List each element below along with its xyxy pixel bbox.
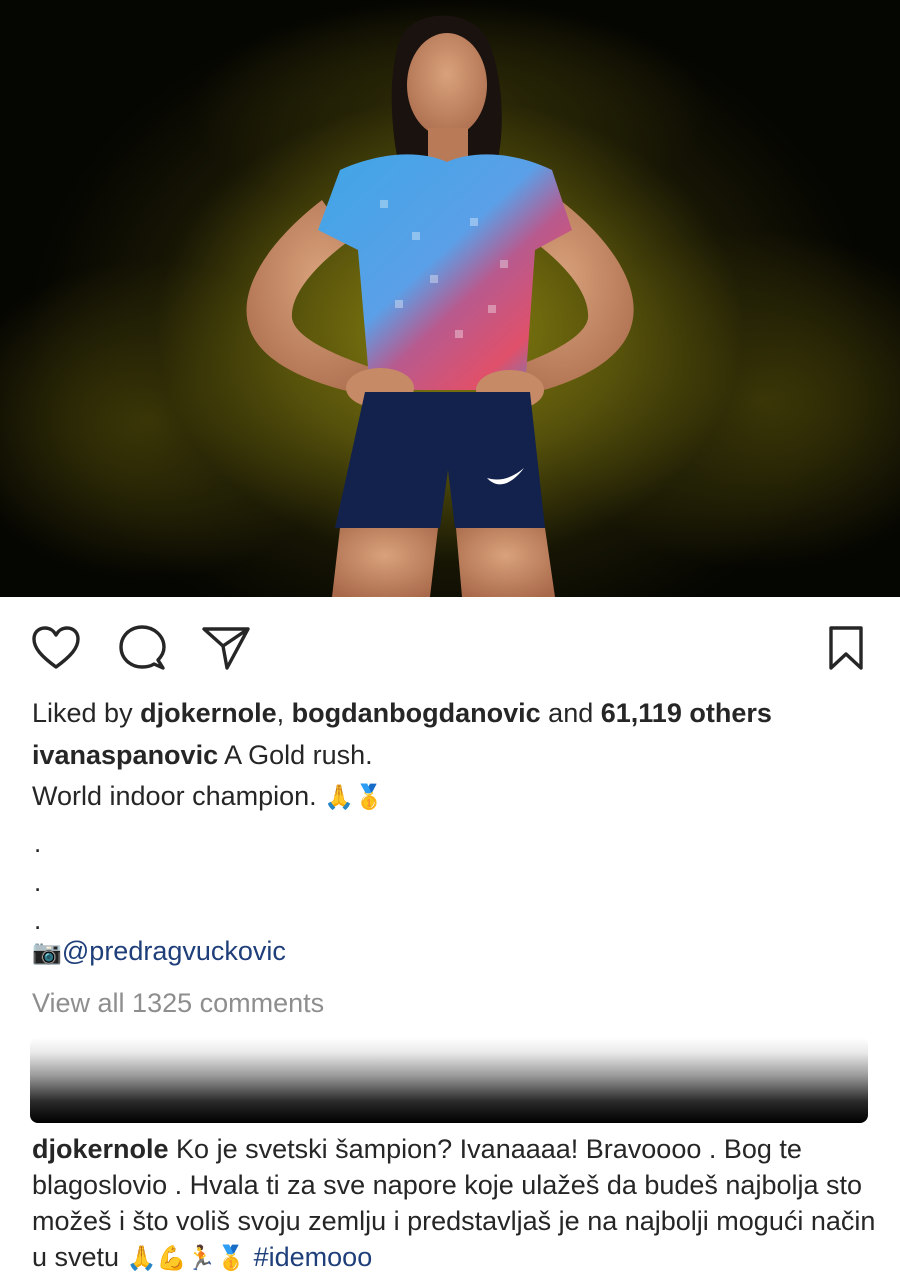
comment-button[interactable] [114,620,170,676]
photographer-mention-link[interactable]: @predragvuckovic [62,936,286,966]
photo-credit: 📷@predragvuckovic [32,934,286,969]
paper-plane-icon [202,627,250,670]
bookmark-icon [829,626,863,670]
comment-bubble-icon [119,625,166,670]
likes-count-link[interactable]: 61,119 others [601,698,772,728]
post-photo[interactable] [0,0,900,597]
share-button[interactable] [198,620,254,676]
likes-separator: , [276,698,285,728]
pray-medal-emoji: 🙏🥇 [324,783,384,811]
hashtag-link[interactable]: #idemooo [254,1242,373,1272]
camera-icon: 📷 [32,938,62,966]
caption-text: A Gold rush. [224,740,373,770]
like-button[interactable] [28,620,84,676]
caption-dot: . [34,828,42,858]
redacted-comment [30,1037,868,1123]
comment-item: djokernole Ko je svetski šampion? Ivanaa… [32,1131,877,1276]
caption-username-link[interactable]: ivanaspanovic [32,740,218,770]
athlete-figure [246,15,634,597]
post-action-bar [0,620,900,676]
caption-text: World indoor champion. [32,781,317,811]
liked-by-user-link[interactable]: djokernole [140,698,277,728]
likes-conjunction: and [548,698,594,728]
likes-summary: Liked by djokernole, bogdanbogdanovic an… [32,696,772,730]
liked-by-user-link[interactable]: bogdanbogdanovic [292,698,541,728]
likes-prefix: Liked by [32,698,133,728]
comment-username-link[interactable]: djokernole [32,1134,169,1164]
view-all-comments-link[interactable]: View all 1325 comments [32,986,324,1020]
caption-line-2: World indoor champion. 🙏🥇 [32,779,384,814]
save-button[interactable] [818,620,874,676]
heart-icon [32,626,80,669]
comment-emoji: 🙏💪🏃🥇 [126,1244,247,1272]
caption-dot: . [34,867,42,897]
caption-dot: . [34,905,42,935]
caption-line: ivanaspanovic A Gold rush. [32,738,373,772]
